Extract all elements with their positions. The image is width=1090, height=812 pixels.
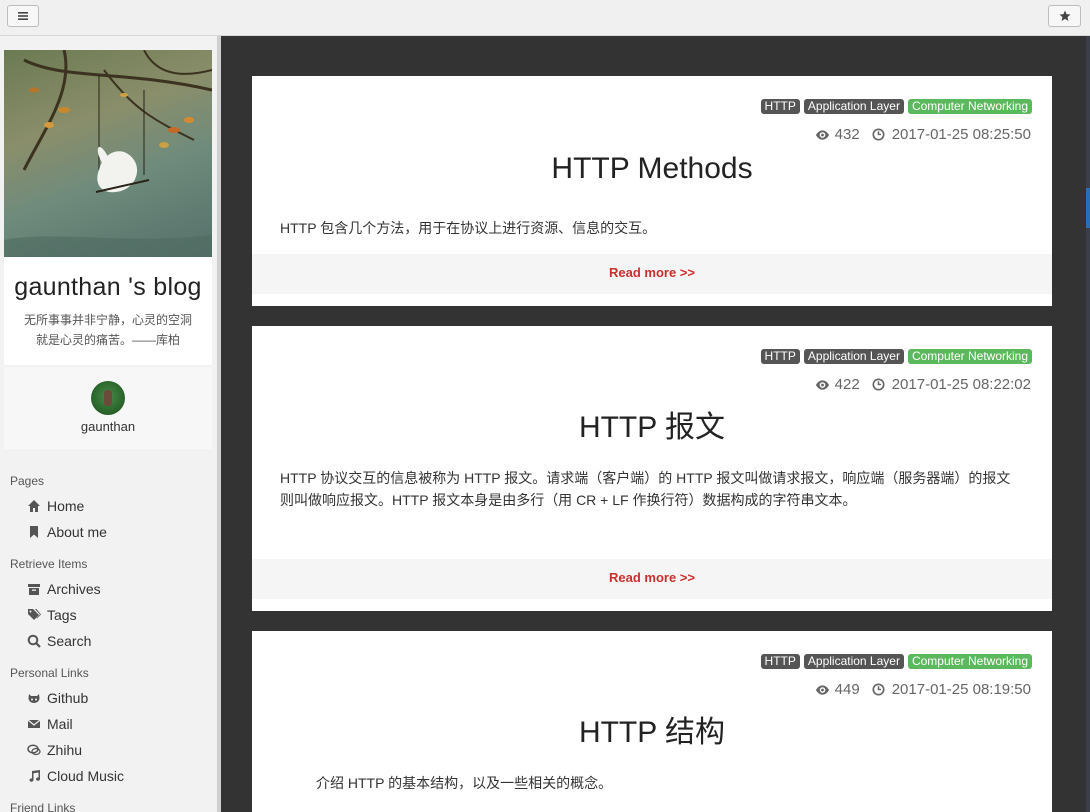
- sidebar: gaunthan 's blog 无所事事并非宁静，心灵的空洞就是心灵的痛苦。—…: [0, 36, 217, 812]
- sidebar-item-search[interactable]: Search: [26, 630, 91, 652]
- blog-subtitle: 无所事事并非宁静，心灵的空洞就是心灵的痛苦。——库柏: [23, 313, 192, 347]
- archive-icon: [26, 582, 41, 597]
- section-personal-links: Personal Links: [10, 666, 89, 680]
- clock-icon: [872, 683, 885, 696]
- sidebar-item-label: Search: [47, 633, 92, 649]
- tag-computer-networking[interactable]: Computer Networking: [907, 654, 1032, 669]
- section-friend-links: Friend Links: [10, 801, 76, 812]
- tag-computer-networking[interactable]: Computer Networking: [907, 99, 1032, 114]
- sidebar-item-archives[interactable]: Archives: [26, 578, 101, 600]
- sidebar-toggle-button[interactable]: [7, 5, 39, 27]
- post-date: 2017-01-25 08:25:50: [891, 126, 1031, 143]
- section-pages: Pages: [10, 474, 45, 488]
- author-card: gaunthan: [4, 367, 212, 449]
- sidebar-item-cloud-music[interactable]: Cloud Music: [26, 765, 124, 787]
- post-excerpt: HTTP 协议交互的信息被称为 HTTP 报文。请求端（客户端）的 HTTP 报…: [280, 470, 1011, 508]
- sidebar-item-mail[interactable]: Mail: [26, 713, 73, 735]
- post-meta: 432 2017-01-25 08:25:50: [815, 126, 1031, 143]
- clock-icon: [872, 128, 885, 141]
- post-excerpt: HTTP 包含几个方法，用于在协议上进行资源、信息的交互。: [280, 220, 657, 236]
- post-card: HTTP Application Layer Computer Networki…: [252, 76, 1052, 306]
- post-card: HTTP Application Layer Computer Networki…: [252, 326, 1052, 611]
- sidebar-item-label: Mail: [47, 716, 73, 732]
- view-count: 432: [834, 126, 860, 143]
- post-tags: HTTP Application Layer Computer Networki…: [760, 99, 1032, 114]
- view-count: 449: [834, 681, 860, 698]
- post-meta: 449 2017-01-25 08:19:50: [815, 681, 1031, 698]
- read-more-link[interactable]: Read more >>: [252, 254, 1052, 294]
- tag-application-layer[interactable]: Application Layer: [803, 99, 904, 114]
- sidebar-item-label: Archives: [47, 581, 101, 597]
- tag-application-layer[interactable]: Application Layer: [803, 654, 904, 669]
- sidebar-item-label: Tags: [47, 607, 77, 623]
- top-bar: [0, 0, 1090, 36]
- home-icon: [26, 499, 41, 514]
- section-retrieve: Retrieve Items: [10, 557, 88, 571]
- avatar[interactable]: [91, 381, 125, 415]
- bookmark-icon: [26, 525, 41, 540]
- music-icon: [26, 769, 41, 784]
- tags-icon: [26, 608, 41, 623]
- tag-http[interactable]: HTTP: [760, 349, 800, 364]
- scrollbar-thumb[interactable]: [1086, 188, 1090, 228]
- hamburger-menu-icon: [18, 12, 28, 20]
- sidebar-item-about[interactable]: About me: [26, 521, 107, 543]
- view-count: 422: [834, 376, 860, 393]
- post-date: 2017-01-25 08:19:50: [891, 681, 1031, 698]
- post-date: 2017-01-25 08:22:02: [891, 376, 1031, 393]
- search-icon: [26, 634, 41, 649]
- sidebar-item-github[interactable]: Github: [26, 687, 88, 709]
- bookmark-star-button[interactable]: [1048, 5, 1081, 27]
- post-tags: HTTP Application Layer Computer Networki…: [760, 349, 1032, 364]
- tag-computer-networking[interactable]: Computer Networking: [907, 349, 1032, 364]
- post-title[interactable]: HTTP Methods: [252, 152, 1052, 186]
- sidebar-item-label: Home: [47, 498, 85, 514]
- blog-cover-image: [4, 50, 212, 257]
- eye-icon: [815, 379, 829, 390]
- tag-application-layer[interactable]: Application Layer: [803, 349, 904, 364]
- username[interactable]: gaunthan: [4, 419, 212, 434]
- post-tags: HTTP Application Layer Computer Networki…: [760, 654, 1032, 669]
- envelope-icon: [26, 717, 41, 732]
- post-title[interactable]: HTTP 结构: [252, 707, 1052, 751]
- clock-icon: [872, 378, 885, 391]
- post-meta: 422 2017-01-25 08:22:02: [815, 376, 1031, 393]
- tag-http[interactable]: HTTP: [760, 654, 800, 669]
- tag-http[interactable]: HTTP: [760, 99, 800, 114]
- sidebar-item-label: Github: [47, 690, 89, 706]
- sidebar-item-zhihu[interactable]: Zhihu: [26, 739, 82, 761]
- sidebar-item-label: Cloud Music: [47, 768, 125, 784]
- sidebar-scrollbar[interactable]: [217, 36, 221, 812]
- eye-icon: [815, 684, 829, 695]
- eye-icon: [815, 129, 829, 140]
- comments-icon: [26, 743, 41, 758]
- sidebar-item-label: Zhihu: [47, 742, 83, 758]
- star-icon: [1059, 10, 1070, 21]
- read-more-link[interactable]: Read more >>: [252, 559, 1052, 599]
- sidebar-item-home[interactable]: Home: [26, 495, 84, 517]
- blog-title[interactable]: gaunthan 's blog: [4, 273, 212, 302]
- sidebar-item-tags[interactable]: Tags: [26, 604, 77, 626]
- github-icon: [26, 691, 41, 706]
- blog-info-card: gaunthan 's blog 无所事事并非宁静，心灵的空洞就是心灵的痛苦。—…: [4, 257, 212, 365]
- sidebar-item-label: About me: [47, 524, 107, 540]
- post-card: HTTP Application Layer Computer Networki…: [252, 631, 1052, 812]
- post-excerpt: 介绍 HTTP 的基本结构，以及一些相关的概念。: [316, 775, 613, 791]
- post-title[interactable]: HTTP 报文: [252, 402, 1052, 446]
- cover-illustration: [4, 50, 212, 257]
- page-scrollbar[interactable]: [1086, 36, 1090, 812]
